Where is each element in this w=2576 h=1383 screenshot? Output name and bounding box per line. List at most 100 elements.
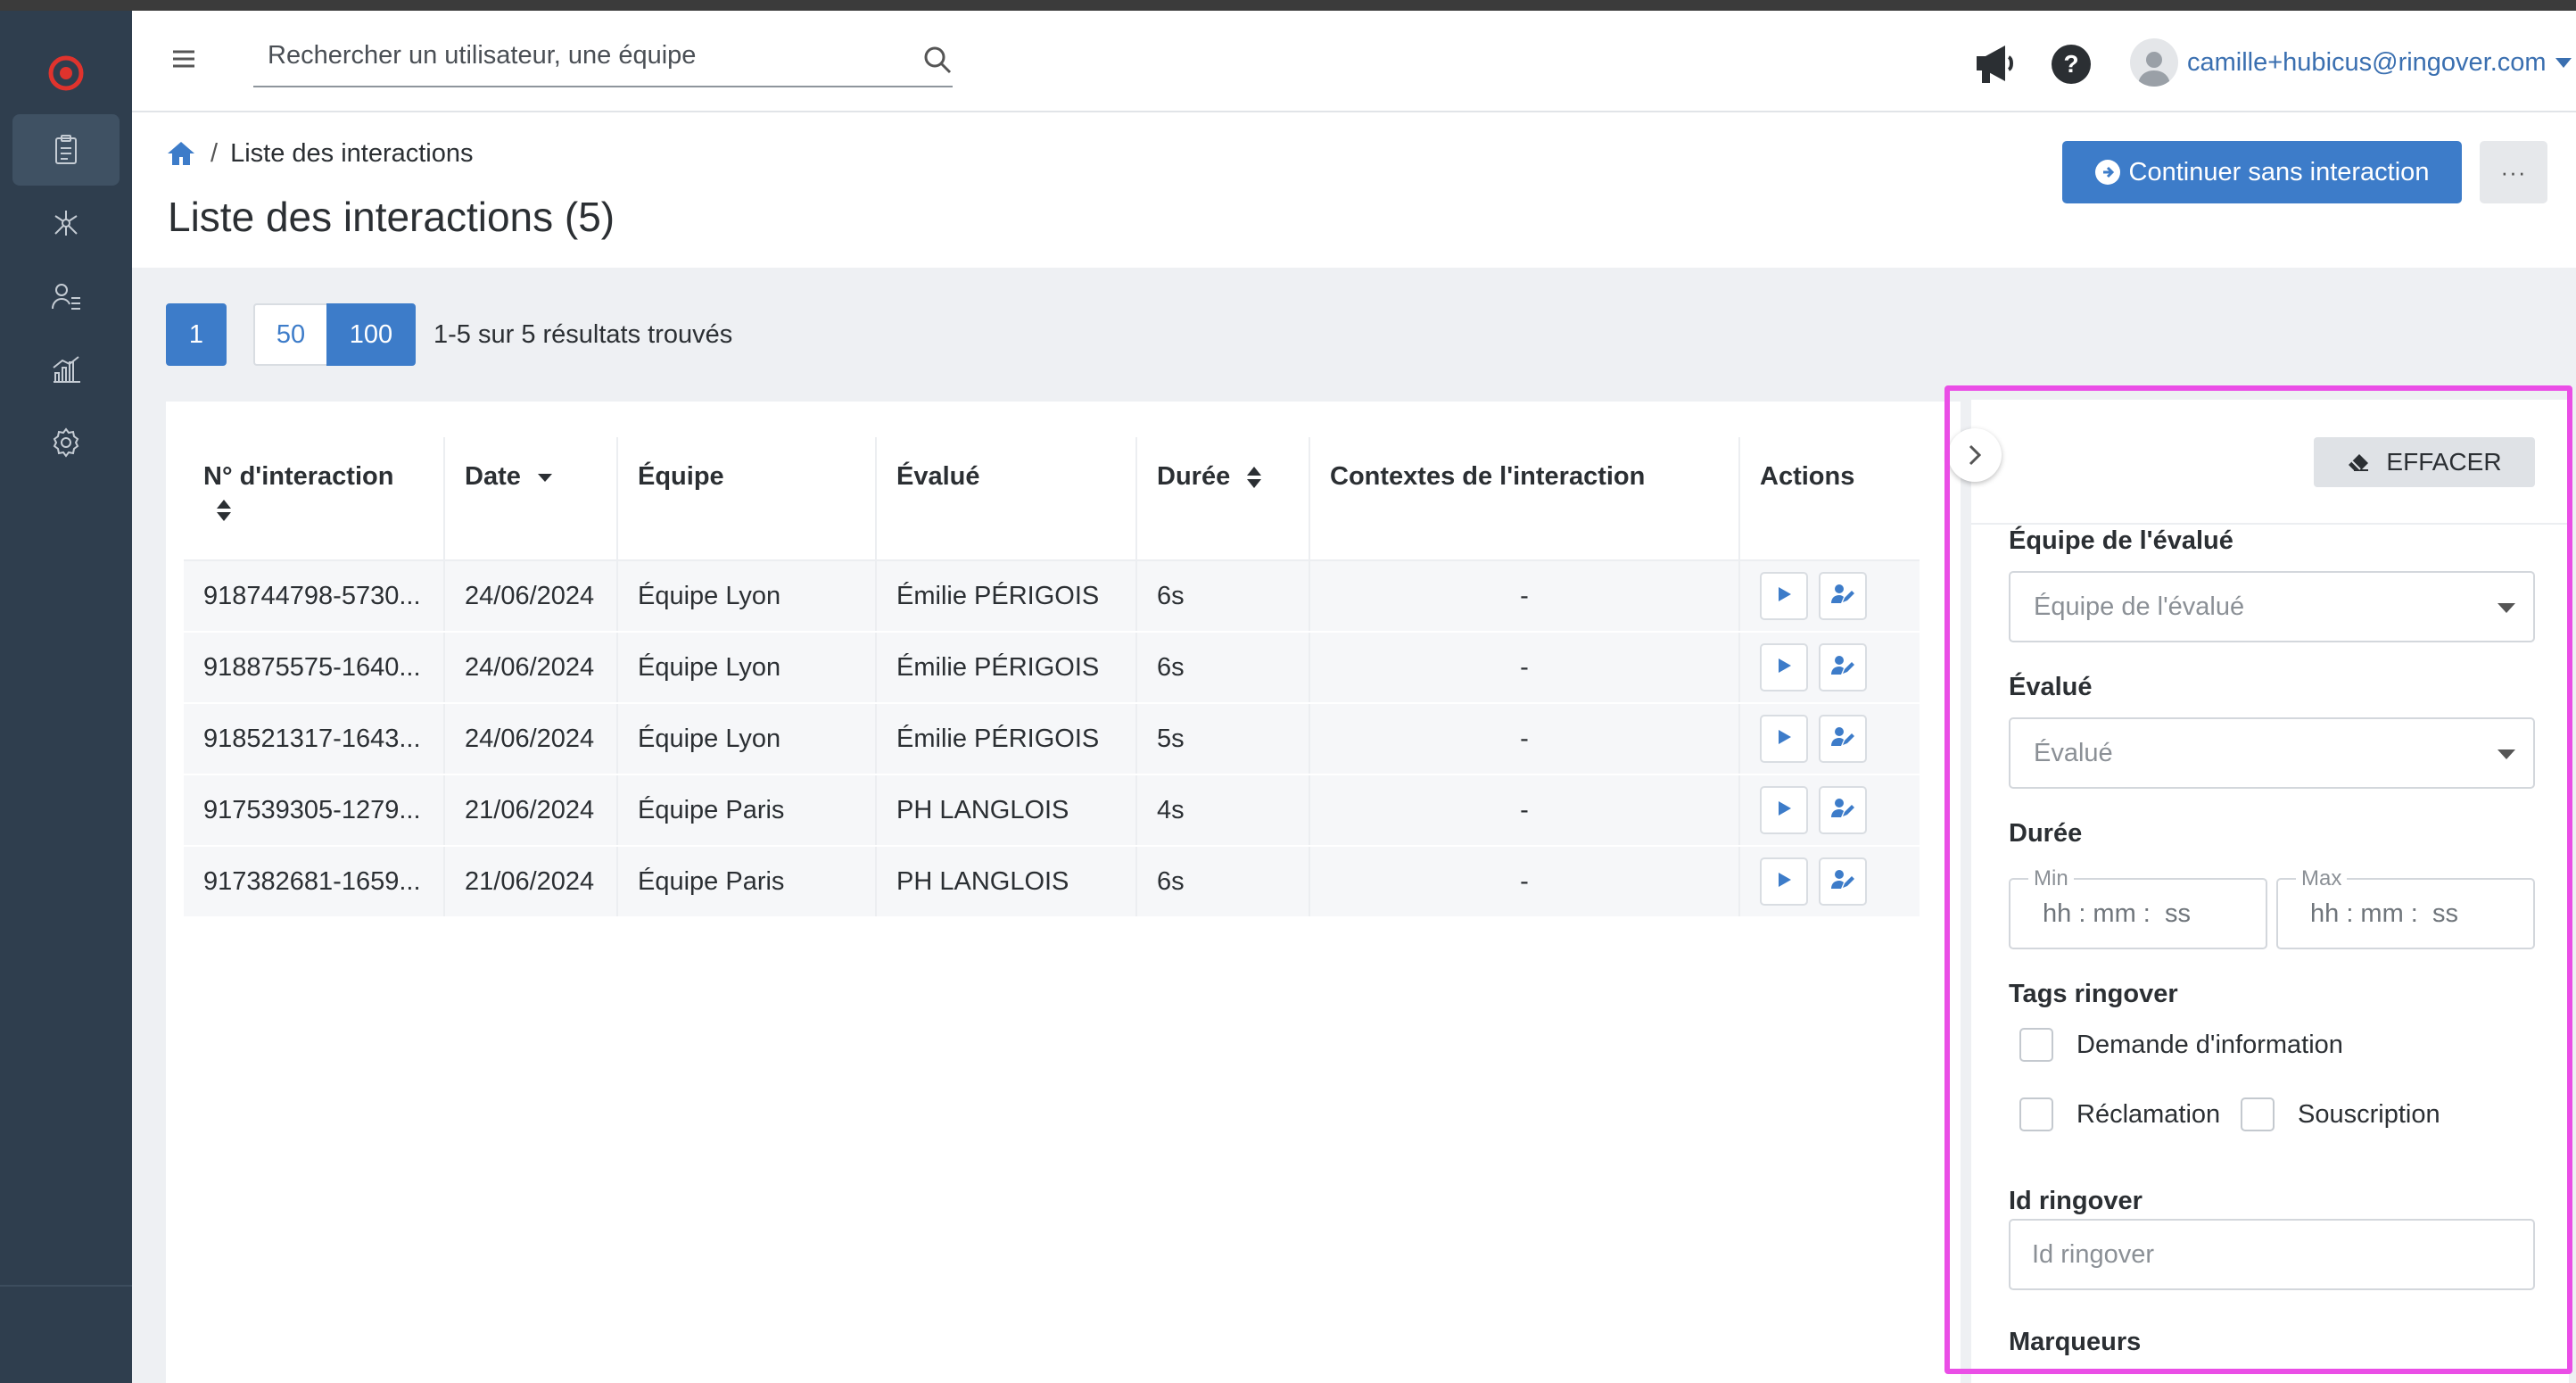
- play-button[interactable]: [1760, 572, 1808, 620]
- user-email: camille+hubicus@ringover.com: [2187, 47, 2547, 77]
- sidebar: [0, 11, 132, 1383]
- sidebar-item-evaluations[interactable]: [12, 114, 120, 186]
- results-count: 1-5 sur 5 résultats trouvés: [433, 319, 733, 349]
- column-header-date[interactable]: Date: [444, 437, 618, 561]
- evaluate-button[interactable]: [1819, 572, 1867, 620]
- cell-context: -: [1309, 846, 1740, 918]
- cell-evaluated: PH LANGLOIS: [876, 846, 1137, 918]
- column-header-duration[interactable]: Durée: [1136, 437, 1310, 561]
- sidebar-item-settings[interactable]: [12, 407, 120, 478]
- menu-icon[interactable]: [171, 48, 196, 70]
- search-input[interactable]: [253, 29, 878, 82]
- team-filter-select[interactable]: Équipe de l'évalué: [2009, 571, 2535, 642]
- duration-max-input[interactable]: Max hh : mm : ss: [2276, 866, 2535, 949]
- play-button[interactable]: [1760, 857, 1808, 906]
- user-edit-icon: [1830, 653, 1855, 683]
- table-header-row: N° d'interaction Date Équipe Évalué Duré…: [184, 437, 1920, 561]
- sort-icon[interactable]: [1246, 466, 1262, 489]
- play-button[interactable]: [1760, 786, 1808, 834]
- cell-evaluated: Émilie PÉRIGOIS: [876, 703, 1137, 775]
- cell-duration: 6s: [1136, 846, 1310, 918]
- sort-desc-icon[interactable]: [537, 472, 553, 483]
- home-icon[interactable]: [166, 139, 196, 168]
- chevron-down-icon: [2555, 57, 2572, 68]
- sort-icon[interactable]: [216, 499, 232, 522]
- help-icon[interactable]: ?: [2050, 43, 2093, 86]
- user-edit-icon: [1830, 867, 1855, 897]
- collapse-panel-button[interactable]: [1948, 428, 2002, 482]
- evaluate-button[interactable]: [1819, 643, 1867, 692]
- cell-evaluated: PH LANGLOIS: [876, 774, 1137, 847]
- sidebar-item-network[interactable]: [12, 187, 120, 259]
- evaluated-filter-label: Évalué: [2009, 673, 2093, 701]
- cell-date: 21/06/2024: [444, 774, 618, 847]
- duration-min-input[interactable]: Min hh : mm : ss: [2009, 866, 2267, 949]
- play-button[interactable]: [1760, 715, 1808, 763]
- cell-evaluated: Émilie PÉRIGOIS: [876, 632, 1137, 704]
- cell-date: 24/06/2024: [444, 632, 618, 704]
- table-row[interactable]: 918875575-1640... 24/06/2024 Équipe Lyon Ém…: [184, 632, 1920, 704]
- page-size-50-button[interactable]: 50: [253, 303, 326, 366]
- cell-actions: [1739, 846, 1920, 918]
- page-title: Liste des interactions (5): [168, 194, 615, 240]
- tag-checkbox-reclamation[interactable]: Réclamation: [2019, 1097, 2220, 1131]
- play-icon: [1774, 653, 1794, 683]
- id-filter-label: Id ringover: [2009, 1187, 2143, 1215]
- clear-filters-button[interactable]: EFFACER: [2314, 437, 2535, 487]
- pagination: 1 50 100 1-5 sur 5 résultats trouvés: [166, 303, 732, 366]
- cell-date: 24/06/2024: [444, 703, 618, 775]
- cell-duration: 6s: [1136, 632, 1310, 704]
- table-row[interactable]: 917539305-1279... 21/06/2024 Équipe Paris P…: [184, 774, 1920, 847]
- column-header-id[interactable]: N° d'interaction: [184, 437, 445, 561]
- filter-panel: EFFACER Équipe de l'évalué Équipe de l'é…: [1971, 400, 2569, 1383]
- megaphone-icon[interactable]: [1973, 41, 2021, 86]
- chevron-down-icon: [2498, 749, 2515, 759]
- search-icon[interactable]: [922, 45, 953, 75]
- column-header-team: Équipe: [617, 437, 877, 561]
- sidebar-item-users[interactable]: [12, 261, 120, 332]
- table-row[interactable]: 917382681-1659... 21/06/2024 Équipe Paris P…: [184, 846, 1920, 918]
- page-button-current[interactable]: 1: [166, 303, 227, 366]
- play-button[interactable]: [1760, 643, 1808, 692]
- duration-max-fields: hh : mm : ss: [2310, 899, 2458, 928]
- clipboard-icon: [55, 135, 77, 164]
- gear-icon: [53, 427, 79, 458]
- table-row[interactable]: 918521317-1643... 24/06/2024 Équipe Lyon Ém…: [184, 703, 1920, 775]
- sidebar-item-analytics[interactable]: [12, 334, 120, 405]
- checkbox[interactable]: [2019, 1028, 2053, 1062]
- tag-checkbox-souscription[interactable]: Souscription: [2241, 1097, 2440, 1131]
- more-options-button[interactable]: ···: [2480, 141, 2547, 203]
- eraser-icon: [2349, 454, 2369, 471]
- column-header-evaluated: Évalué: [876, 437, 1137, 561]
- table-row[interactable]: 918744798-5730... 24/06/2024 Équipe Lyon Ém…: [184, 560, 1920, 633]
- page-header: / Liste des interactions Liste des inter…: [132, 112, 2576, 268]
- play-icon: [1774, 582, 1794, 611]
- cell-interaction-id: 918744798-5730...: [184, 560, 445, 633]
- avatar: [2130, 38, 2178, 87]
- checkbox[interactable]: [2241, 1097, 2275, 1131]
- cell-interaction-id: 918875575-1640...: [184, 632, 445, 704]
- continue-without-interaction-button[interactable]: Continuer sans interaction: [2062, 141, 2462, 203]
- cell-duration: 5s: [1136, 703, 1310, 775]
- team-filter-label: Équipe de l'évalué: [2009, 526, 2233, 555]
- cell-context: -: [1309, 703, 1740, 775]
- checkbox[interactable]: [2019, 1097, 2053, 1131]
- user-menu[interactable]: camille+hubicus@ringover.com: [2130, 37, 2572, 87]
- top-header: ? camille+hubicus@ringover.com: [132, 11, 2576, 112]
- page-size-100-button[interactable]: 100: [326, 303, 416, 366]
- cell-duration: 6s: [1136, 560, 1310, 633]
- cell-evaluated: Émilie PÉRIGOIS: [876, 560, 1137, 633]
- cell-interaction-id: 917539305-1279...: [184, 774, 445, 847]
- evaluate-button[interactable]: [1819, 857, 1867, 906]
- evaluate-button[interactable]: [1819, 715, 1867, 763]
- evaluated-filter-select[interactable]: Évalué: [2009, 717, 2535, 789]
- cell-actions: [1739, 632, 1920, 704]
- svg-text:?: ?: [2063, 50, 2078, 78]
- id-filter-input[interactable]: Id ringover: [2009, 1219, 2535, 1290]
- ringover-logo-icon[interactable]: [45, 52, 87, 95]
- tag-checkbox-information[interactable]: Demande d'information: [2019, 1028, 2343, 1062]
- evaluate-button[interactable]: [1819, 786, 1867, 834]
- filter-divider: [1971, 523, 2569, 525]
- column-header-actions: Actions: [1739, 437, 1920, 561]
- breadcrumb: / Liste des interactions: [166, 134, 474, 173]
